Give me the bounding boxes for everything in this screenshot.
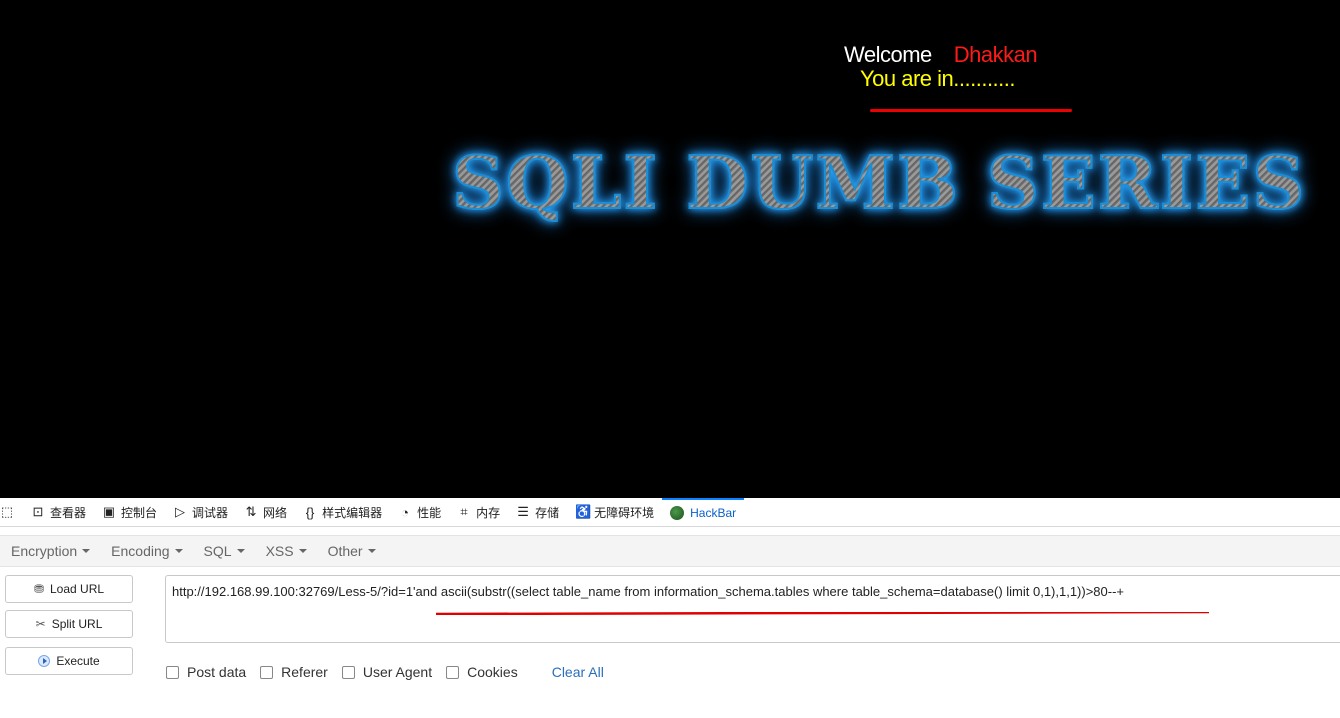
debugger-icon: ▷: [175, 504, 186, 519]
performance-icon: ◔: [401, 504, 409, 520]
referer-checkbox[interactable]: Referer: [260, 664, 328, 680]
menu-encoding[interactable]: Encoding: [100, 543, 192, 559]
caret-down-icon: [367, 549, 376, 553]
devtools-tabbar: ⬚ ⊡ 查看器 ▣ 控制台 ▷ 调试器 ⇅ 网络 {} 样式编辑器 ◔ 性能 ⌗ 内存 ☰ 存储…: [0, 498, 1340, 527]
scissors-icon: ✂: [35, 617, 46, 631]
caret-down-icon: [82, 549, 91, 553]
load-url-button[interactable]: ⛃ Load URL: [5, 575, 133, 603]
clear-all-link[interactable]: Clear All: [552, 664, 604, 680]
tab-style-editor[interactable]: {} 样式编辑器: [295, 498, 390, 526]
url-value: http://192.168.99.100:32769/Less-5/?id=1…: [172, 584, 1125, 599]
user-agent-checkbox[interactable]: User Agent: [341, 664, 432, 680]
style-editor-icon: {}: [305, 504, 315, 520]
post-data-checkbox[interactable]: Post data: [166, 664, 246, 680]
status-text: You are in...........: [860, 66, 1016, 91]
hackbar-menubar: Encryption Encoding SQL XSS Other: [0, 535, 1340, 567]
hackbar-options: Post data Referer User Agent Cookies Cle…: [166, 664, 604, 680]
hackbar-icon: [670, 506, 685, 520]
caret-down-icon: [236, 549, 245, 553]
menu-xss[interactable]: XSS: [255, 543, 317, 559]
tab-performance[interactable]: ◔ 性能: [390, 498, 449, 526]
memory-icon: ⌗: [460, 504, 468, 519]
checkbox-box[interactable]: [341, 665, 355, 679]
url-annotation-underline: [436, 612, 1209, 615]
checkbox-box[interactable]: [446, 665, 460, 679]
caret-down-icon: [298, 549, 307, 553]
welcome-label: Welcome: [844, 42, 932, 67]
checkbox-box[interactable]: [166, 665, 179, 679]
banner-title: SQLI DUMB SERIES: [451, 139, 1307, 226]
accessibility-icon: ♿: [575, 504, 592, 519]
tab-debugger[interactable]: ▷ 调试器: [165, 498, 236, 526]
execute-button[interactable]: Execute: [5, 647, 133, 675]
storage-icon: ☰: [517, 504, 529, 519]
tab-inspector[interactable]: ⊡ 查看器: [23, 498, 94, 526]
network-icon: ⇅: [245, 504, 257, 519]
welcome-line: Welcome Dhakkan: [844, 42, 1038, 68]
url-textarea[interactable]: http://192.168.99.100:32769/Less-5/?id=1…: [165, 575, 1340, 643]
cookies-checkbox[interactable]: Cookies: [446, 664, 518, 680]
console-icon: ▣: [102, 504, 116, 519]
checkbox-box[interactable]: [260, 665, 274, 679]
caret-down-icon: [174, 549, 183, 553]
tab-console[interactable]: ▣ 控制台: [94, 498, 165, 526]
tab-network[interactable]: ⇅ 网络: [236, 498, 295, 526]
user-name: Dhakkan: [953, 42, 1038, 67]
menu-encryption[interactable]: Encryption: [0, 543, 100, 559]
devtools-panel: ⬚ ⊡ 查看器 ▣ 控制台 ▷ 调试器 ⇅ 网络 {} 样式编辑器 ◔ 性能 ⌗ 内存 ☰ 存储…: [0, 498, 1340, 718]
sqli-page: Welcome Dhakkan You are in........... SQL…: [0, 0, 1340, 498]
tab-memory[interactable]: ⌗ 内存: [449, 498, 508, 526]
picker-icon: ⬚: [0, 504, 14, 519]
load-url-icon: ⛃: [33, 582, 44, 596]
menu-other[interactable]: Other: [317, 543, 386, 559]
element-picker-button[interactable]: ⬚: [0, 498, 23, 526]
split-url-button[interactable]: ✂ Split URL: [5, 610, 133, 638]
annotation-underline: [870, 109, 1072, 112]
tab-storage[interactable]: ☰ 存储: [508, 498, 567, 526]
play-icon: [38, 655, 51, 667]
menu-sql[interactable]: SQL: [193, 543, 255, 559]
inspector-icon: ⊡: [32, 504, 44, 519]
tab-hackbar[interactable]: HackBar: [662, 498, 745, 526]
tab-accessibility[interactable]: ♿ 无障碍环境: [567, 498, 662, 526]
